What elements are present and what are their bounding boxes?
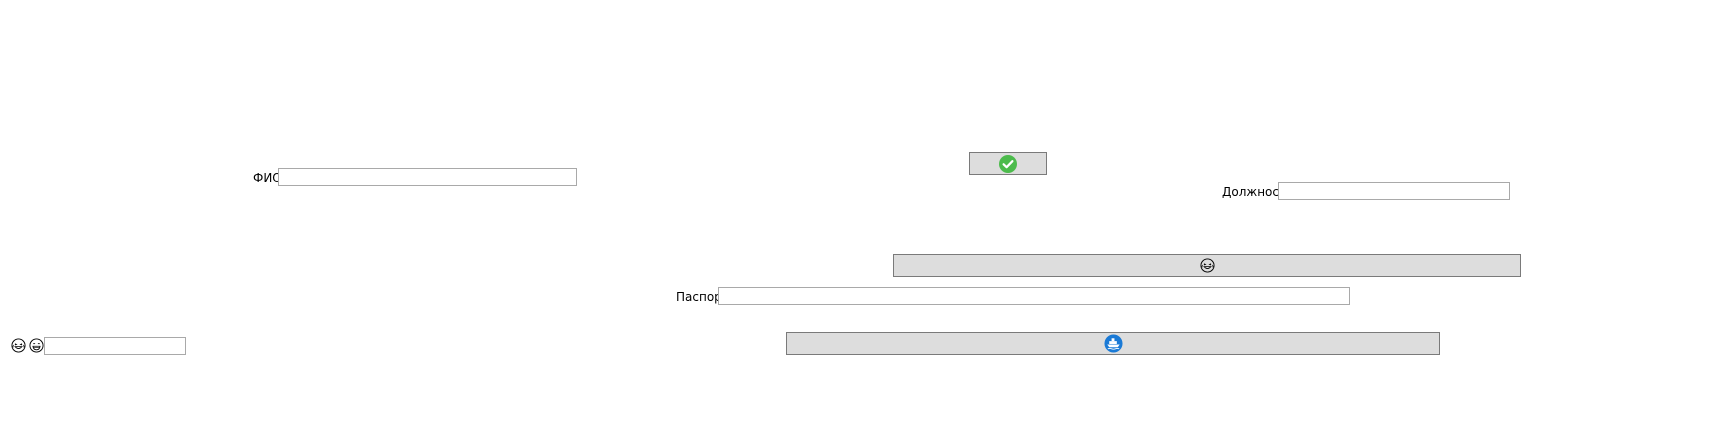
passport-input[interactable] bbox=[718, 287, 1350, 305]
position-input[interactable] bbox=[1278, 182, 1510, 200]
check-circle-icon bbox=[999, 154, 1017, 173]
emoji-input[interactable] bbox=[44, 337, 186, 355]
laughing-tears-emoji-icon bbox=[11, 338, 27, 354]
fio-input[interactable] bbox=[278, 168, 577, 186]
grinning-emoji-icon bbox=[29, 338, 45, 354]
ship-icon bbox=[1103, 334, 1123, 353]
confirm-button[interactable] bbox=[969, 152, 1047, 175]
ship-button[interactable] bbox=[786, 332, 1440, 355]
emoji-button[interactable] bbox=[893, 254, 1521, 277]
form-canvas: ФИО Должность Паспорт bbox=[0, 0, 1719, 441]
laughing-emoji-icon bbox=[1199, 258, 1215, 273]
